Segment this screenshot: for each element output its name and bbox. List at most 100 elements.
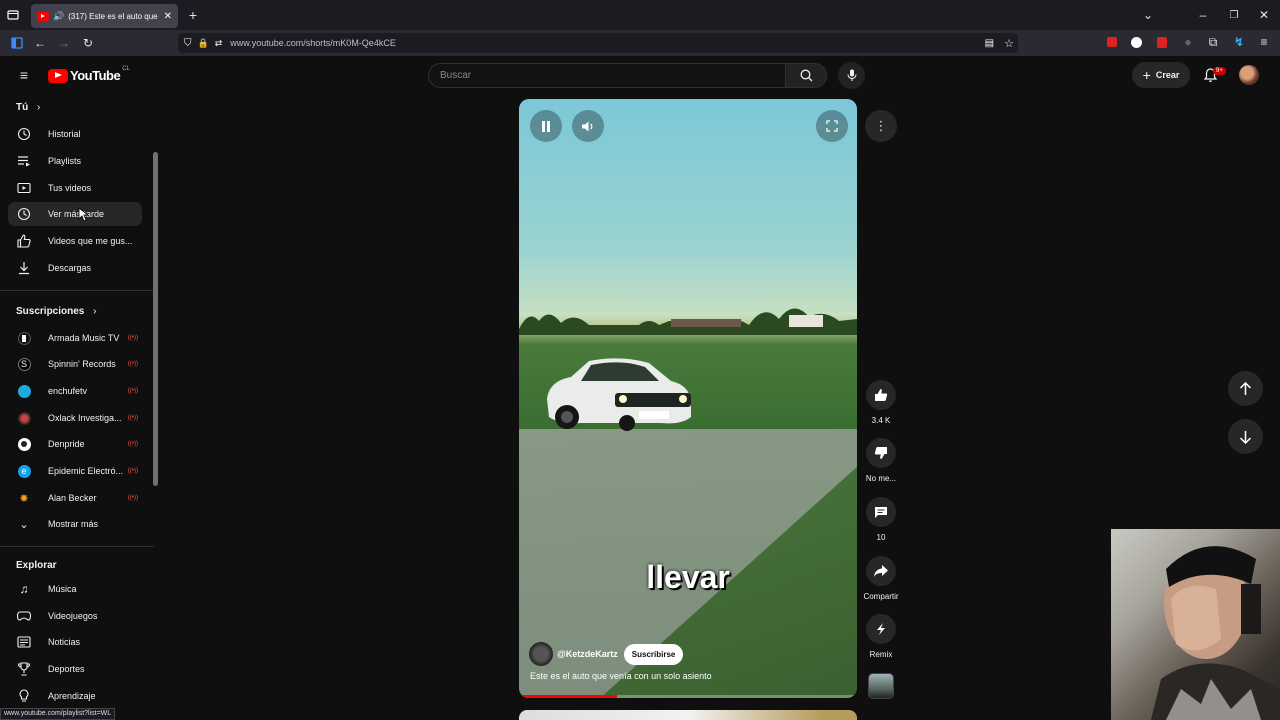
music-icon: ♫ <box>19 582 29 596</box>
show-more-button[interactable]: ⌄ Mostrar más <box>8 512 142 536</box>
live-indicator-icon: ((•)) <box>127 415 138 421</box>
sidebar-item-liked-videos[interactable]: Videos que me gus... <box>8 229 142 253</box>
sidebar-item-label: Playlists <box>48 156 82 166</box>
speaker-icon[interactable]: 🔊 <box>53 11 64 22</box>
extension-3-icon[interactable] <box>1155 35 1169 49</box>
new-tab-icon[interactable]: + <box>186 7 200 23</box>
comment-count: 10 <box>876 533 886 542</box>
create-button[interactable]: + Crear <box>1132 62 1190 88</box>
channel-name[interactable]: @KetzdeKartz <box>557 649 618 659</box>
previous-short-button[interactable] <box>1228 371 1263 406</box>
search-input[interactable]: Buscar <box>428 63 786 88</box>
close-tab-icon[interactable]: ✕ <box>164 11 172 22</box>
sidebar-item-subscription[interactable]: Denpride ((•)) <box>8 432 142 456</box>
sidebar-divider <box>0 290 154 291</box>
sidebar-item-label: Oxlack Investiga... <box>48 413 122 423</box>
webcam-overlay <box>1111 529 1280 720</box>
short-video-player[interactable]: llevar @KetzdeKartz Suscribirse Este es … <box>519 99 857 698</box>
permissions-icon[interactable]: ⇄ <box>215 38 223 49</box>
notification-count-badge: 9+ <box>1213 67 1226 75</box>
like-action: 3.4 K <box>862 380 900 425</box>
url-text[interactable]: www.youtube.com/shorts/mK0M-Qe4kCE <box>230 38 396 48</box>
live-indicator-icon: ((•)) <box>127 361 138 367</box>
reload-icon[interactable]: ↻ <box>80 35 96 51</box>
comments-button[interactable] <box>866 497 896 527</box>
remix-button[interactable] <box>866 614 896 644</box>
fullscreen-button[interactable] <box>816 110 848 142</box>
dislike-button[interactable] <box>866 438 896 468</box>
browser-tab-strip: 🔊 (317) Este es el auto que venia con un… <box>0 0 1280 30</box>
sidebar-item-playlists[interactable]: Playlists <box>8 149 142 173</box>
forward-icon[interactable]: → <box>56 35 72 51</box>
extension-4-icon[interactable]: ● <box>1181 35 1195 49</box>
sidebar-item-music[interactable]: ♫ Música <box>8 577 142 601</box>
sidebar-item-watch-later[interactable]: Ver más tarde <box>8 202 142 226</box>
pause-button[interactable] <box>530 110 562 142</box>
close-window-icon[interactable]: ✕ <box>1257 8 1271 22</box>
country-code: CL <box>122 65 130 72</box>
sidebar-item-subscription[interactable]: S Spinnin' Records ((•)) <box>8 352 142 376</box>
youtube-logo[interactable]: YouTube CL <box>48 65 130 83</box>
sidebar-item-your-videos[interactable]: Tus videos <box>8 176 142 200</box>
sidebar-item-downloads[interactable]: Descargas <box>8 256 142 280</box>
tab-overflow-chevron-icon[interactable]: ⌄ <box>1141 8 1155 22</box>
microphone-icon <box>846 69 857 81</box>
channel-avatar-icon: ✸ <box>19 492 29 505</box>
back-icon[interactable]: ← <box>32 35 48 51</box>
voice-search-button[interactable] <box>838 62 865 89</box>
sidebar-item-gaming[interactable]: Videojuegos <box>8 604 142 628</box>
sidebar-item-label: Videojuegos <box>48 611 98 621</box>
account-avatar[interactable] <box>1239 65 1259 85</box>
extension-1-icon[interactable] <box>1105 35 1119 49</box>
sidebar-item-subscription[interactable]: Oxlack Investiga... ((•)) <box>8 406 142 430</box>
sidebar-scrollbar[interactable] <box>153 152 158 486</box>
hamburger-menu-icon[interactable]: ≡ <box>16 67 32 83</box>
sidebar-item-subscription[interactable]: enchufetv ((•)) <box>8 379 142 403</box>
status-bar-url: www.youtube.com/playlist?list=WL <box>0 708 116 720</box>
address-bar[interactable]: ⛉ 🔒 ⇄ www.youtube.com/shorts/mK0M-Qe4kCE… <box>178 33 1018 53</box>
more-options-icon[interactable]: ⋮ <box>865 110 897 142</box>
next-short-button[interactable] <box>1228 419 1263 454</box>
sidebar-item-learning[interactable]: Aprendizaje <box>8 684 142 708</box>
playlists-icon <box>16 153 32 169</box>
sidebar-item-subscription[interactable]: e Epidemic Electró... ((•)) <box>8 459 142 483</box>
trophy-icon <box>16 661 32 677</box>
sidebar-item-subscription[interactable]: ✸ Alan Becker ((•)) <box>8 486 142 510</box>
search-button[interactable] <box>785 63 827 88</box>
lock-icon[interactable]: 🔒 <box>198 38 209 49</box>
restore-icon[interactable]: ❐ <box>1227 8 1241 22</box>
sound-thumbnail[interactable] <box>868 673 894 699</box>
browser-menu-icon[interactable]: ≡ <box>1257 35 1271 49</box>
sidebar-item-news[interactable]: Noticias <box>8 630 142 654</box>
watch-later-icon <box>16 206 32 222</box>
extension-5-icon[interactable]: ↯ <box>1232 35 1246 49</box>
reader-view-icon[interactable]: ▤ <box>985 38 994 49</box>
share-button[interactable] <box>866 556 896 586</box>
you-section-heading[interactable]: Tú › <box>16 102 40 113</box>
like-button[interactable] <box>866 380 896 410</box>
next-short-preview[interactable] <box>519 710 857 720</box>
short-title[interactable]: Este es el auto que venía con un solo as… <box>530 671 712 681</box>
sidebar-item-label: Música <box>48 584 77 594</box>
tab-list-icon[interactable] <box>6 8 20 22</box>
extensions-puzzle-icon[interactable]: ⧉ <box>1206 35 1220 49</box>
sidebar-item-label: Ver más tarde <box>48 209 105 219</box>
shield-icon[interactable]: ⛉ <box>184 38 192 49</box>
subscribe-button[interactable]: Suscribirse <box>623 643 684 665</box>
comment-icon <box>875 507 887 518</box>
channel-avatar[interactable] <box>529 642 553 666</box>
remix-action: Remix <box>862 614 900 659</box>
subscriptions-heading[interactable]: Suscripciones › <box>16 306 96 317</box>
bookmark-star-icon[interactable]: ☆ <box>1004 37 1014 50</box>
sidebar-item-sports[interactable]: Deportes <box>8 657 142 681</box>
show-more-label: Mostrar más <box>48 519 99 529</box>
volume-button[interactable] <box>572 110 604 142</box>
minimize-icon[interactable]: – <box>1196 8 1210 22</box>
sidebar-toggle-icon[interactable] <box>9 35 25 51</box>
video-progress-bar[interactable] <box>519 695 857 698</box>
extension-2-icon[interactable] <box>1129 35 1143 49</box>
browser-tab[interactable]: 🔊 (317) Este es el auto que venia con un… <box>31 4 178 28</box>
tree-line <box>519 308 857 335</box>
sidebar-item-history[interactable]: Historial <box>8 122 142 146</box>
sidebar-item-subscription[interactable]: Armada Music TV ((•)) <box>8 326 142 350</box>
